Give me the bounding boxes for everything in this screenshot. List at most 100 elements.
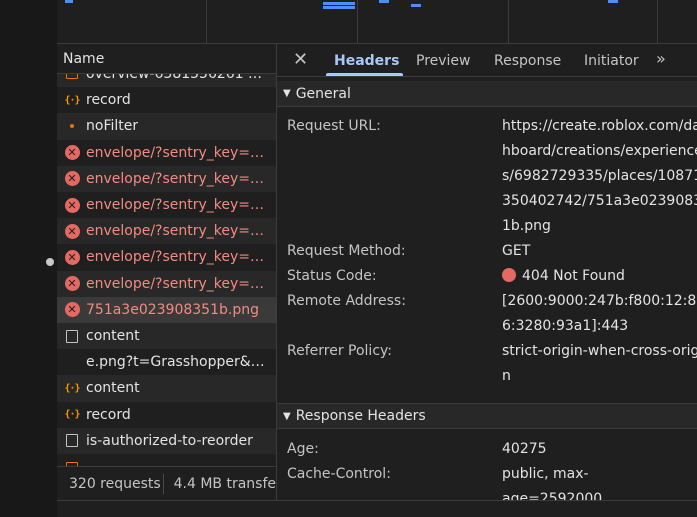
timeline-bar <box>379 0 389 3</box>
status-footer: 320 requests 4.4 MB transfe <box>57 466 276 500</box>
request-row[interactable]: ✕ envelope/?sentry_key=2c... <box>57 140 276 166</box>
remote-address-line: [2600:9000:247b:f800:12:805 <box>502 293 697 309</box>
cache-control-line: public, max- <box>502 466 589 482</box>
request-row[interactable]: ✕ envelope/?sentry_key=2c... <box>57 244 276 270</box>
request-row[interactable]: overview-6381556261 5c4d... <box>57 74 276 88</box>
request-row[interactable]: {·} content <box>57 375 276 402</box>
requests-count: 320 requests <box>69 475 161 492</box>
request-name: envelope/?sentry_key=2c... <box>86 170 270 187</box>
footer-divider <box>162 473 164 494</box>
details-tabbar: ✕ Headers Preview Response Initiator » <box>277 44 697 77</box>
request-url-line: 1b.png <box>502 218 551 234</box>
referrer-policy-line: n <box>502 368 511 384</box>
request-row[interactable]: ✕ envelope/?sentry_key=2c... <box>57 165 276 192</box>
request-name: envelope/?sentry_key=2c... <box>86 144 270 161</box>
tab-headers[interactable]: Headers <box>334 53 399 69</box>
drag-handle[interactable] <box>46 258 54 266</box>
xhr-icon: {·} <box>64 409 80 421</box>
request-name: noFilter <box>86 118 139 135</box>
timeline-gridline <box>357 0 358 44</box>
status-code-text: 404 Not Found <box>522 268 625 284</box>
request-row[interactable]: ✕ 751a3e023908351b.png <box>57 296 276 323</box>
collapse-triangle-icon: ▼ <box>283 88 291 99</box>
active-tab-indicator <box>326 73 403 76</box>
error-icon: ✕ <box>64 197 80 213</box>
name-column-header[interactable]: Name <box>57 44 276 74</box>
cache-control-value[interactable]: public, max- age=2592000 <box>502 462 697 500</box>
request-row[interactable]: ... <box>57 454 276 466</box>
more-tabs-icon[interactable]: » <box>656 49 666 68</box>
blank-icon <box>64 354 80 370</box>
request-list: Name overview-6381556261 5c4d... {·} recor… <box>57 44 277 500</box>
tab-response[interactable]: Response <box>494 53 561 69</box>
bottom-drawer-edge <box>57 500 697 517</box>
request-method-value[interactable]: GET <box>502 239 697 264</box>
response-headers-title: Response Headers <box>295 408 426 424</box>
request-details-panel: ✕ Headers Preview Response Initiator » ▼… <box>277 44 697 500</box>
request-name: record <box>86 92 131 109</box>
request-rows: overview-6381556261 5c4d... {·} record noFi… <box>57 74 276 466</box>
request-name: envelope/?sentry_key=2c... <box>86 249 270 266</box>
remote-address-label: Remote Address: <box>287 293 406 309</box>
status-error-dot-icon <box>502 268 516 282</box>
response-headers-section-header[interactable]: ▼ Response Headers <box>277 403 697 429</box>
request-name: e.png?t=Grasshopper&ev... <box>86 354 270 371</box>
request-name: envelope/?sentry_key=2c... <box>86 275 270 292</box>
timeline-gridline <box>508 0 509 44</box>
request-row[interactable]: ✕ envelope/?sentry_key=2c... <box>57 218 276 245</box>
general-section-header[interactable]: ▼ General <box>277 81 697 107</box>
close-icon[interactable]: ✕ <box>293 49 308 70</box>
document-icon <box>64 328 80 344</box>
cache-control-line: age=2592000 <box>502 491 603 500</box>
request-row[interactable]: ✕ envelope/?sentry_key=2c... <box>57 270 276 297</box>
dot-icon <box>64 118 80 134</box>
request-row[interactable]: noFilter <box>57 113 276 140</box>
error-icon: ✕ <box>64 171 80 187</box>
request-row[interactable]: is-authorized-to-reorder <box>57 427 276 454</box>
referrer-policy-line: strict-origin-when-cross-origi <box>502 343 697 359</box>
error-icon: ✕ <box>64 223 80 239</box>
xhr-icon: {·} <box>64 382 80 394</box>
request-name: content <box>86 380 140 397</box>
request-name: overview-6381556261 5c4d... <box>86 74 270 83</box>
request-name: envelope/?sentry_key=2c... <box>86 223 270 240</box>
request-url-value[interactable]: https://create.roblox.com/das hboard/cre… <box>502 114 697 239</box>
request-url-label: Request URL: <box>287 118 381 134</box>
request-name: 751a3e023908351b.png <box>86 301 259 318</box>
remote-address-value[interactable]: [2600:9000:247b:f800:12:805 6:3280:93a1]… <box>502 289 697 339</box>
request-row[interactable]: {·} record <box>57 87 276 113</box>
general-section-title: General <box>295 85 351 102</box>
status-code-value[interactable]: 404 Not Found <box>502 264 697 289</box>
request-url-line: hboard/creations/experience <box>502 143 697 159</box>
request-row[interactable]: content <box>57 323 276 350</box>
referrer-policy-value[interactable]: strict-origin-when-cross-origi n <box>502 339 697 389</box>
xhr-icon: {·} <box>64 94 80 106</box>
timeline-bar <box>323 2 355 5</box>
tab-preview[interactable]: Preview <box>416 53 471 69</box>
timeline-bar <box>323 6 355 9</box>
tab-initiator[interactable]: Initiator <box>584 53 639 69</box>
cache-control-label: Cache-Control: <box>287 466 391 482</box>
timeline-bar <box>65 0 73 3</box>
collapse-triangle-icon: ▼ <box>283 410 291 422</box>
network-timeline[interactable] <box>57 0 697 44</box>
age-label: Age: <box>287 441 319 457</box>
remote-address-line: 6:3280:93a1]:443 <box>502 318 629 334</box>
request-name: record <box>86 406 131 423</box>
timeline-gridline <box>657 0 658 44</box>
timeline-bar <box>411 4 421 7</box>
error-icon: ✕ <box>64 249 80 265</box>
request-name: ... <box>86 459 99 466</box>
document-icon <box>64 433 80 449</box>
request-row[interactable]: ✕ envelope/?sentry_key=2c... <box>57 192 276 218</box>
error-icon: ✕ <box>64 145 80 161</box>
age-value[interactable]: 40275 <box>502 437 697 462</box>
request-url-line: https://create.roblox.com/das <box>502 118 697 134</box>
request-row[interactable]: e.png?t=Grasshopper&ev... <box>57 349 276 375</box>
error-icon: ✕ <box>64 276 80 292</box>
request-row[interactable]: {·} record <box>57 402 276 428</box>
request-name: is-authorized-to-reorder <box>86 432 253 449</box>
request-method-label: Request Method: <box>287 243 406 259</box>
timeline-gridline <box>206 0 207 44</box>
transferred-size: 4.4 MB transfe <box>173 475 276 492</box>
